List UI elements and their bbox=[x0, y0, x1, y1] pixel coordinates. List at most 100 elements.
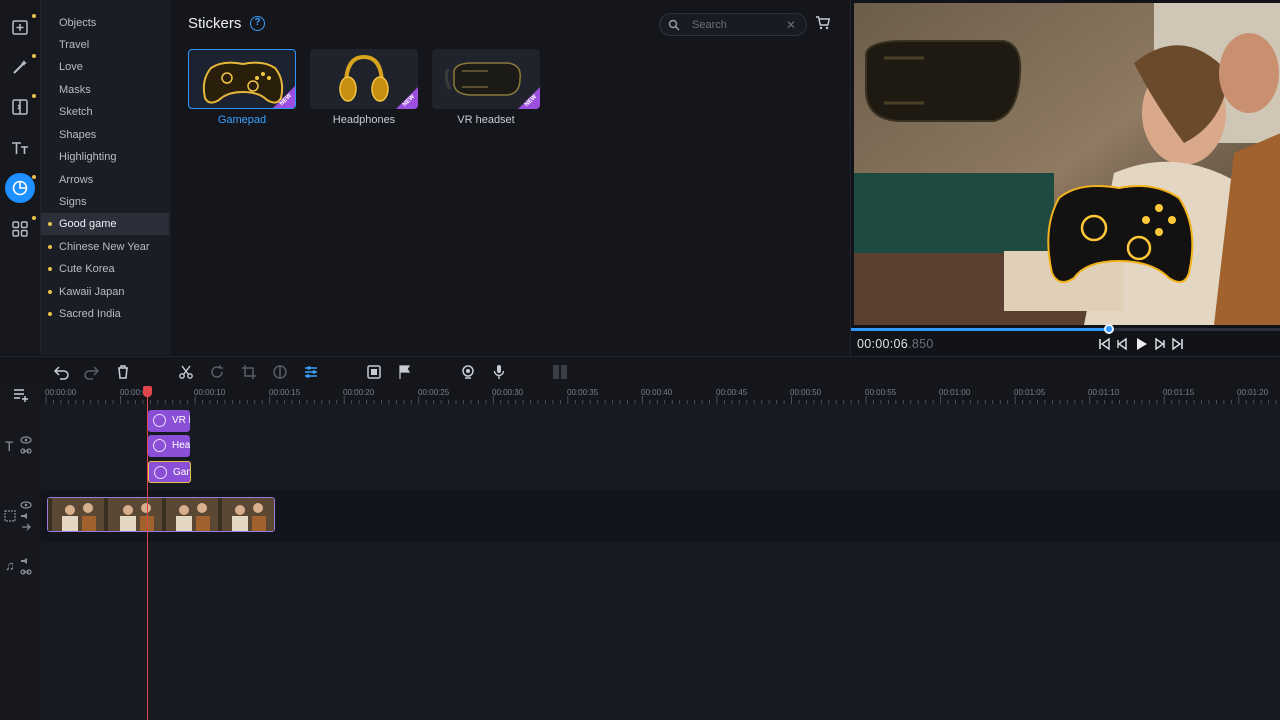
preview-scrubber[interactable] bbox=[851, 324, 1280, 334]
preview-video-frame bbox=[854, 3, 1280, 325]
category-item[interactable]: Signs bbox=[41, 191, 169, 213]
category-item[interactable]: Masks bbox=[41, 79, 169, 101]
sticker-label: Gamepad bbox=[217, 114, 267, 126]
volume-icon[interactable] bbox=[20, 512, 32, 520]
more-tools-button[interactable] bbox=[5, 214, 36, 244]
category-item[interactable]: Sketch bbox=[41, 101, 169, 123]
category-label: Sketch bbox=[59, 106, 93, 118]
ruler-label: 00:00:10 bbox=[194, 388, 226, 397]
undo-button[interactable] bbox=[52, 363, 70, 381]
redo-icon bbox=[84, 366, 100, 380]
stickers-button[interactable] bbox=[5, 173, 36, 203]
category-item[interactable]: Kawaii Japan bbox=[41, 281, 169, 303]
tool-rail bbox=[0, 0, 41, 355]
update-dot bbox=[32, 175, 36, 179]
color-icon bbox=[273, 365, 287, 379]
sticker-gamepad[interactable]: NEW Gamepad bbox=[188, 49, 296, 129]
update-dot bbox=[32, 216, 36, 220]
ruler-label: 00:00:00 bbox=[45, 388, 77, 397]
clip-properties-button[interactable] bbox=[302, 363, 320, 381]
category-label: Objects bbox=[59, 17, 97, 29]
clip-label: Hea bbox=[172, 440, 190, 451]
step-forward-icon bbox=[1155, 337, 1165, 351]
clear-search-icon[interactable]: ✕ bbox=[784, 17, 798, 33]
category-label: Signs bbox=[59, 196, 87, 208]
transitions-icon bbox=[12, 99, 28, 115]
category-item[interactable]: Highlighting bbox=[41, 146, 169, 168]
sticker-clip-icon bbox=[154, 466, 167, 479]
timeline-ruler[interactable]: 00:00:00 00:00:05 00:00:10 00:00:15 00:0… bbox=[42, 384, 1280, 404]
ruler-label: 00:00:45 bbox=[716, 388, 748, 397]
flag-icon bbox=[399, 365, 411, 379]
sticker-clip-vr-headset[interactable]: VR h bbox=[148, 410, 190, 432]
category-item[interactable]: Travel bbox=[41, 34, 169, 56]
new-dot bbox=[48, 312, 52, 316]
search-input[interactable] bbox=[692, 17, 784, 33]
next-frame-button[interactable] bbox=[1152, 336, 1168, 352]
category-label: Sacred India bbox=[59, 308, 121, 320]
link-icon[interactable] bbox=[20, 568, 32, 576]
overlay-button[interactable] bbox=[365, 363, 383, 381]
rotate-button[interactable] bbox=[208, 363, 226, 381]
category-item[interactable]: Love bbox=[41, 56, 169, 78]
visibility-icon[interactable] bbox=[20, 436, 32, 444]
ruler-label: 00:00:20 bbox=[343, 388, 375, 397]
category-item-good-game[interactable]: Good game bbox=[41, 213, 169, 235]
scrubber-handle[interactable] bbox=[1104, 324, 1114, 334]
update-dot bbox=[32, 14, 36, 18]
scrubber-progress bbox=[851, 328, 1109, 331]
delete-button[interactable] bbox=[114, 363, 132, 381]
category-item[interactable]: Cute Korea bbox=[41, 258, 169, 280]
ruler-label: 00:01:10 bbox=[1088, 388, 1120, 397]
redo-button[interactable] bbox=[83, 363, 101, 381]
transitions-button[interactable] bbox=[5, 92, 36, 122]
new-dot bbox=[48, 290, 52, 294]
video-clip[interactable] bbox=[47, 497, 275, 532]
sticker-thumbnail: NEW bbox=[432, 49, 540, 109]
play-button[interactable] bbox=[1133, 336, 1149, 352]
ruler-label: 00:00:55 bbox=[865, 388, 897, 397]
sticker-thumbnail: NEW bbox=[188, 49, 296, 109]
sticker-headphones[interactable]: NEW Headphones bbox=[310, 49, 418, 129]
timeline-toolbar bbox=[0, 356, 1280, 384]
help-icon[interactable]: ? bbox=[250, 16, 265, 31]
add-track-icon[interactable] bbox=[12, 386, 30, 402]
new-dot bbox=[48, 245, 52, 249]
link-icon[interactable] bbox=[20, 523, 32, 531]
crop-button[interactable] bbox=[240, 363, 258, 381]
category-label: Cute Korea bbox=[59, 263, 115, 275]
category-label: Shapes bbox=[59, 129, 97, 141]
category-item[interactable]: Chinese New Year bbox=[41, 236, 169, 258]
skip-start-icon bbox=[1099, 337, 1110, 351]
preview-frame bbox=[854, 3, 1280, 325]
previous-frame-button[interactable] bbox=[1114, 336, 1130, 352]
volume-icon[interactable] bbox=[20, 557, 32, 565]
sticker-clip-headphones[interactable]: Hea bbox=[148, 435, 190, 457]
panel-title: Stickers bbox=[188, 15, 242, 32]
titles-button[interactable] bbox=[5, 133, 35, 163]
import-button[interactable] bbox=[5, 12, 36, 42]
category-label: Masks bbox=[59, 84, 91, 96]
category-item[interactable]: Objects bbox=[41, 12, 169, 34]
skip-to-start-button[interactable] bbox=[1096, 336, 1112, 352]
category-item[interactable]: Shapes bbox=[41, 124, 169, 146]
split-screen-button[interactable] bbox=[551, 363, 569, 381]
sticker-clip-gamepad[interactable]: Gan bbox=[148, 461, 191, 483]
skip-to-end-button[interactable] bbox=[1170, 336, 1186, 352]
cart-icon[interactable] bbox=[815, 15, 831, 31]
link-icon[interactable] bbox=[20, 447, 32, 455]
category-item[interactable]: Sacred India bbox=[41, 303, 169, 325]
record-audio-button[interactable] bbox=[490, 363, 508, 381]
crop-icon bbox=[242, 365, 256, 379]
category-item[interactable]: Arrows bbox=[41, 169, 169, 191]
ruler-label: 00:00:40 bbox=[641, 388, 673, 397]
category-label: Travel bbox=[59, 39, 90, 51]
webcam-button[interactable] bbox=[459, 363, 477, 381]
cut-button[interactable] bbox=[177, 363, 195, 381]
color-adjust-button[interactable] bbox=[271, 363, 289, 381]
filters-button[interactable] bbox=[5, 52, 36, 82]
marker-button[interactable] bbox=[396, 363, 414, 381]
timeline-tracks[interactable]: VR h Hea Gan bbox=[42, 404, 1280, 720]
visibility-icon[interactable] bbox=[20, 501, 32, 509]
sticker-vr-headset[interactable]: NEW VR headset bbox=[432, 49, 540, 129]
